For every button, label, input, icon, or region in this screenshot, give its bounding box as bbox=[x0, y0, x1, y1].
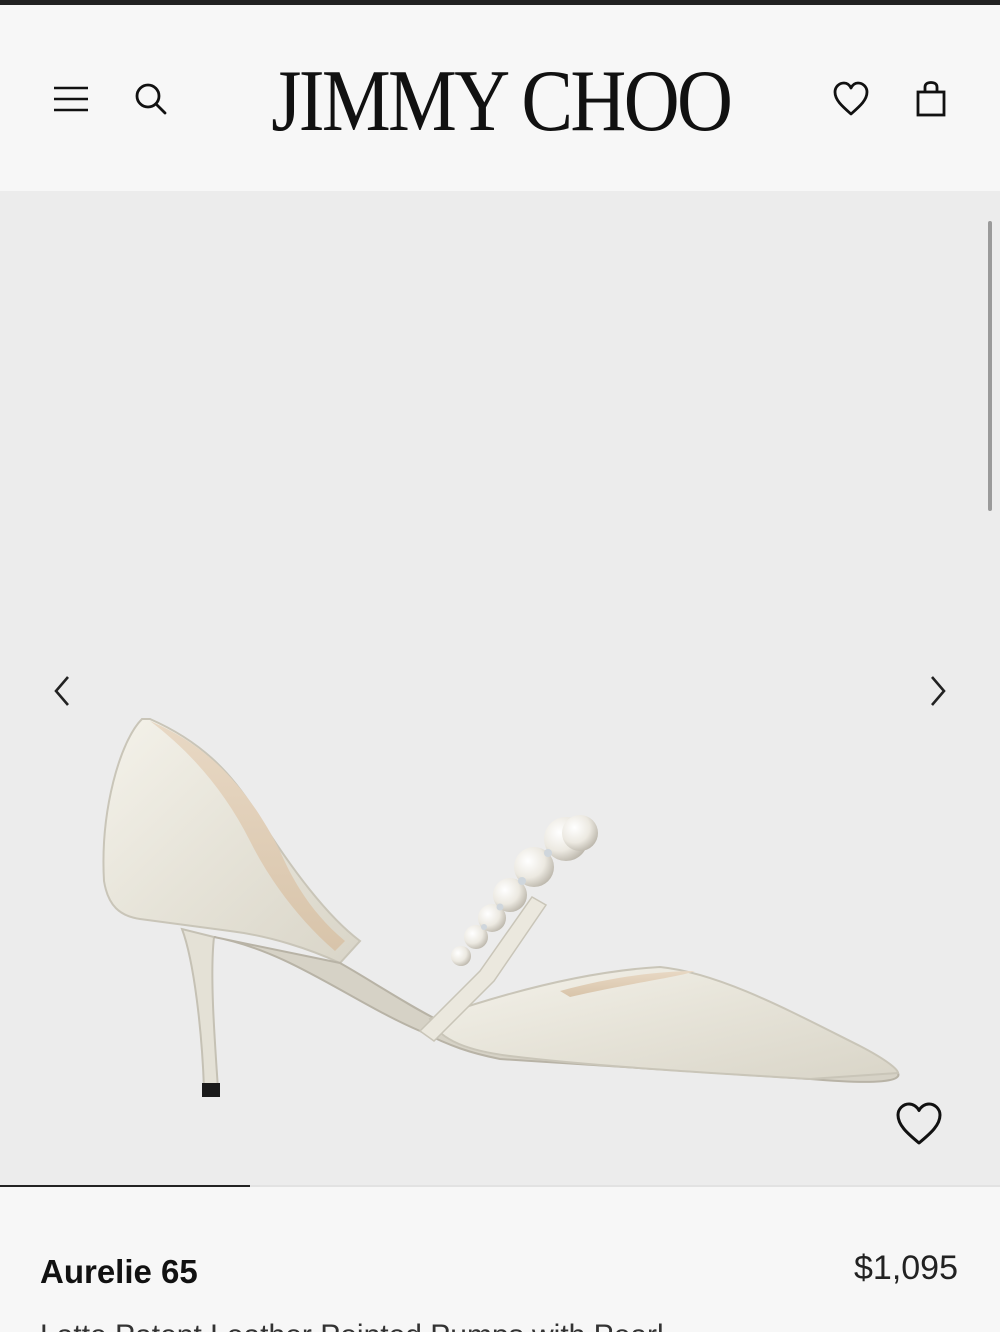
wishlist-button[interactable] bbox=[826, 75, 876, 123]
product-price: $1,095 bbox=[854, 1249, 958, 1287]
product-description: Latte Patent Leather Pointed Pumps with … bbox=[40, 1319, 664, 1332]
search-icon bbox=[135, 83, 167, 115]
previous-image-button[interactable] bbox=[42, 666, 82, 716]
chevron-left-icon bbox=[54, 676, 69, 706]
product-image-gallery[interactable] bbox=[0, 191, 1000, 1185]
search-button[interactable] bbox=[126, 77, 176, 121]
hamburger-menu-icon bbox=[54, 86, 88, 112]
brand-logo[interactable]: JIMMY CHOO bbox=[271, 57, 733, 147]
menu-button[interactable] bbox=[46, 77, 96, 121]
chevron-right-icon bbox=[931, 676, 946, 706]
next-image-button[interactable] bbox=[918, 666, 958, 716]
shopping-bag-button[interactable] bbox=[906, 75, 956, 123]
shopping-bag-icon bbox=[916, 81, 946, 117]
heart-icon bbox=[833, 81, 869, 116]
product-shoe-image bbox=[102, 718, 900, 1097]
product-page: JIMMY CHOO Aurelie 65 $1,095 bbox=[0, 0, 1000, 1332]
product-info: Aurelie 65 $1,095 Latte Patent Leather P… bbox=[0, 1187, 1000, 1332]
add-to-wishlist-button[interactable] bbox=[890, 1096, 948, 1152]
heart-icon bbox=[896, 1102, 942, 1145]
product-name[interactable]: Aurelie 65 bbox=[40, 1253, 198, 1291]
site-header: JIMMY CHOO bbox=[0, 5, 1000, 191]
scrollbar[interactable] bbox=[988, 221, 992, 511]
